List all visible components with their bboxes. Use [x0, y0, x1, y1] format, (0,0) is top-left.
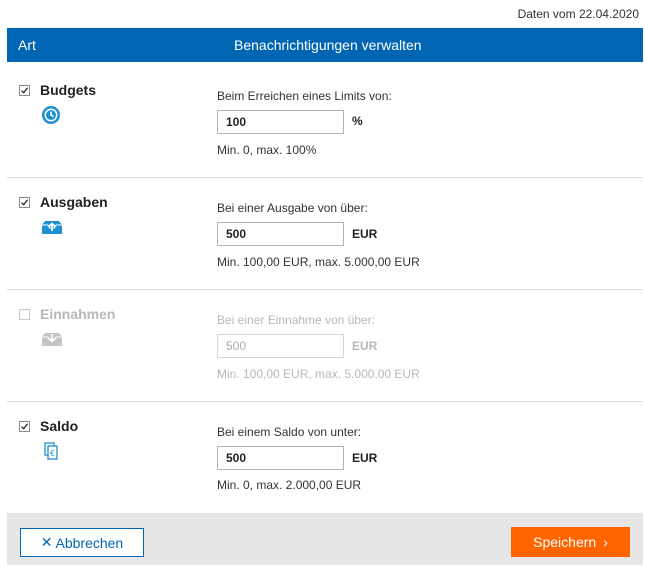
- ausgaben-amount-input[interactable]: [217, 222, 344, 246]
- ausgaben-hint: Min. 100,00 EUR, max. 5.000,00 EUR: [217, 255, 420, 269]
- save-button[interactable]: Speichern ›: [511, 527, 630, 557]
- budgets-checkbox[interactable]: [19, 85, 30, 96]
- saldo-rule-text: Bei einem Saldo von unter:: [217, 425, 362, 439]
- ausgaben-checkbox[interactable]: [19, 197, 30, 208]
- budgets-rule-text: Beim Erreichen eines Limits von:: [217, 89, 392, 103]
- table-header: Art Benachrichtigungen verwalten: [7, 28, 643, 62]
- saldo-checkbox[interactable]: [19, 421, 30, 432]
- einnahmen-hint: Min. 100,00 EUR, max. 5.000,00 EUR: [217, 367, 420, 381]
- saldo-label: Saldo: [40, 418, 79, 434]
- budgets-hint: Min. 0, max. 100%: [217, 143, 317, 157]
- cancel-button[interactable]: ✕ Abbrechen: [20, 528, 144, 557]
- svg-text:€: €: [50, 449, 55, 458]
- header-col-type: Art: [18, 37, 36, 53]
- form-footer: ✕ Abbrechen Speichern ›: [7, 513, 643, 565]
- saldo-amount-input[interactable]: [217, 446, 344, 470]
- ausgaben-rule-text: Bei einer Ausgabe von über:: [217, 201, 368, 215]
- saldo-hint: Min. 0, max. 2.000,00 EUR: [217, 478, 362, 492]
- data-date: Daten vom 22.04.2020: [517, 7, 639, 21]
- einnahmen-checkbox[interactable]: [19, 309, 30, 320]
- close-icon: ✕: [40, 534, 53, 550]
- euro-document-icon: €: [44, 442, 58, 465]
- chevron-right-icon: ›: [603, 534, 608, 550]
- einnahmen-rule-text: Bei einer Einnahme von über:: [217, 313, 376, 327]
- notification-row-ausgaben: Ausgaben Bei einer Ausgabe von über: EUR…: [7, 178, 643, 290]
- budgets-label: Budgets: [40, 82, 96, 98]
- ausgaben-label: Ausgaben: [40, 194, 108, 210]
- saldo-unit: EUR: [352, 451, 378, 465]
- budgets-unit: %: [352, 114, 363, 128]
- budgets-limit-input[interactable]: [217, 110, 344, 134]
- einnahmen-amount-input[interactable]: [217, 334, 344, 358]
- outbox-icon: [41, 219, 63, 240]
- cancel-label: Abbrechen: [55, 534, 124, 551]
- inbox-icon: [41, 331, 63, 352]
- notification-row-einnahmen: Einnahmen Bei einer Einnahme von über: E…: [7, 290, 643, 402]
- clock-icon: [41, 105, 61, 130]
- save-label: Speichern: [533, 534, 597, 550]
- notification-row-saldo: Saldo € Bei einem Saldo von unter: EUR M…: [7, 402, 643, 513]
- notification-row-budgets: Budgets Beim Erreichen eines Limits von:…: [7, 62, 643, 178]
- ausgaben-unit: EUR: [352, 227, 378, 241]
- einnahmen-label: Einnahmen: [40, 306, 116, 322]
- header-col-manage: Benachrichtigungen verwalten: [234, 37, 422, 53]
- einnahmen-unit: EUR: [352, 339, 378, 353]
